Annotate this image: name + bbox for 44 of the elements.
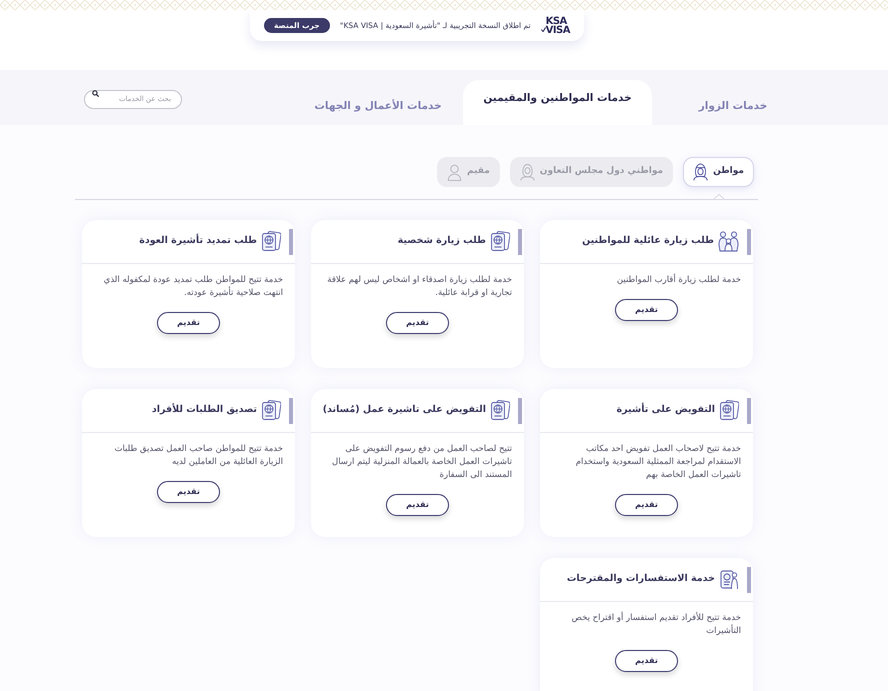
- accent-bar: [518, 398, 522, 424]
- service-title: التفويض على تأشيرة: [616, 403, 715, 418]
- service-description: خدمة تتيح للمواطن صاحب العمل تصديق طلبات الزيارة العائلية من العاملين لديه: [113, 443, 283, 469]
- service-title: التفويض على تاشيرة عمل (مُساند): [322, 403, 486, 418]
- search-icon: [92, 90, 99, 97]
- service-title: طلب تمديد تأشيرة العودة: [139, 234, 257, 248]
- man-headdress-icon: [693, 163, 708, 181]
- service-description: خدمة لطلب زيارة اصدقاء او اشخاص ليس لهم علاقة تجارية او قرابة عائلية.: [326, 274, 512, 300]
- service-description: تتيح لصاحب العمل من دفع رسوم التفويض على تاشيرات العمل الخاصة بالعمالة المنزلية ليتم ارسال المستند الى السفارة: [331, 443, 512, 482]
- service-title: طلب زيارة عائلية للمواطنين: [582, 234, 714, 248]
- service-description: خدمة تتيح للأفراد تقديم استفسار أو اقتراح يخص التأشيرات: [570, 612, 741, 638]
- service-title: خدمة الاستفسارات والمقترحات: [566, 572, 715, 586]
- apply-button[interactable]: تقديم: [157, 481, 220, 503]
- apply-button[interactable]: تقديم: [615, 299, 678, 321]
- person-headscarf-icon: [520, 163, 535, 181]
- family-icon: [718, 231, 739, 252]
- accent-bar: [747, 566, 751, 592]
- audience-tab[interactable]: مواطن: [683, 157, 754, 187]
- accent-bar: [289, 398, 293, 424]
- apply-button[interactable]: تقديم: [157, 312, 220, 334]
- logo-text: KSA: [546, 16, 568, 26]
- passport-icon: [719, 400, 739, 421]
- accent-bar: [518, 228, 522, 254]
- apply-button[interactable]: تقديم: [386, 494, 449, 516]
- accent-bar: [747, 398, 751, 424]
- passport-icon: [490, 231, 510, 252]
- passport-icon: [261, 231, 281, 252]
- passport-icon: [490, 400, 510, 421]
- apply-button[interactable]: تقديم: [615, 650, 678, 672]
- accent-bar: [747, 228, 751, 254]
- apply-button[interactable]: تقديم: [615, 494, 678, 516]
- service-description: خدمة تتيح لاصحاب العمل تفويض احد مكاتب الاستقدام لمراجعة الممثلية السعودية واستخدام تاشيرات العمل الخاصة بهم: [574, 443, 741, 482]
- service-title: تصديق الطلبات للأفراد: [152, 403, 257, 418]
- person-document-icon: [719, 569, 739, 590]
- apply-button[interactable]: تقديم: [386, 312, 449, 334]
- passport-icon: [261, 400, 281, 421]
- tick-icon: [540, 26, 546, 32]
- service-description: خدمة لطلب زيارة أقارب المواطنين: [616, 274, 741, 287]
- service-title: طلب زيارة شخصية: [398, 234, 486, 248]
- logo-text: VISA: [546, 26, 570, 34]
- person-icon: [447, 163, 462, 181]
- service-category-tab[interactable]: خدمات المواطنين والمقيمين: [463, 80, 652, 125]
- accent-bar: [289, 228, 293, 254]
- service-description: خدمة تتيح للمواطن طلب تمديد عودة لمكفوله الذي انتهت صلاحية تأشيرة عودته.: [102, 274, 283, 300]
